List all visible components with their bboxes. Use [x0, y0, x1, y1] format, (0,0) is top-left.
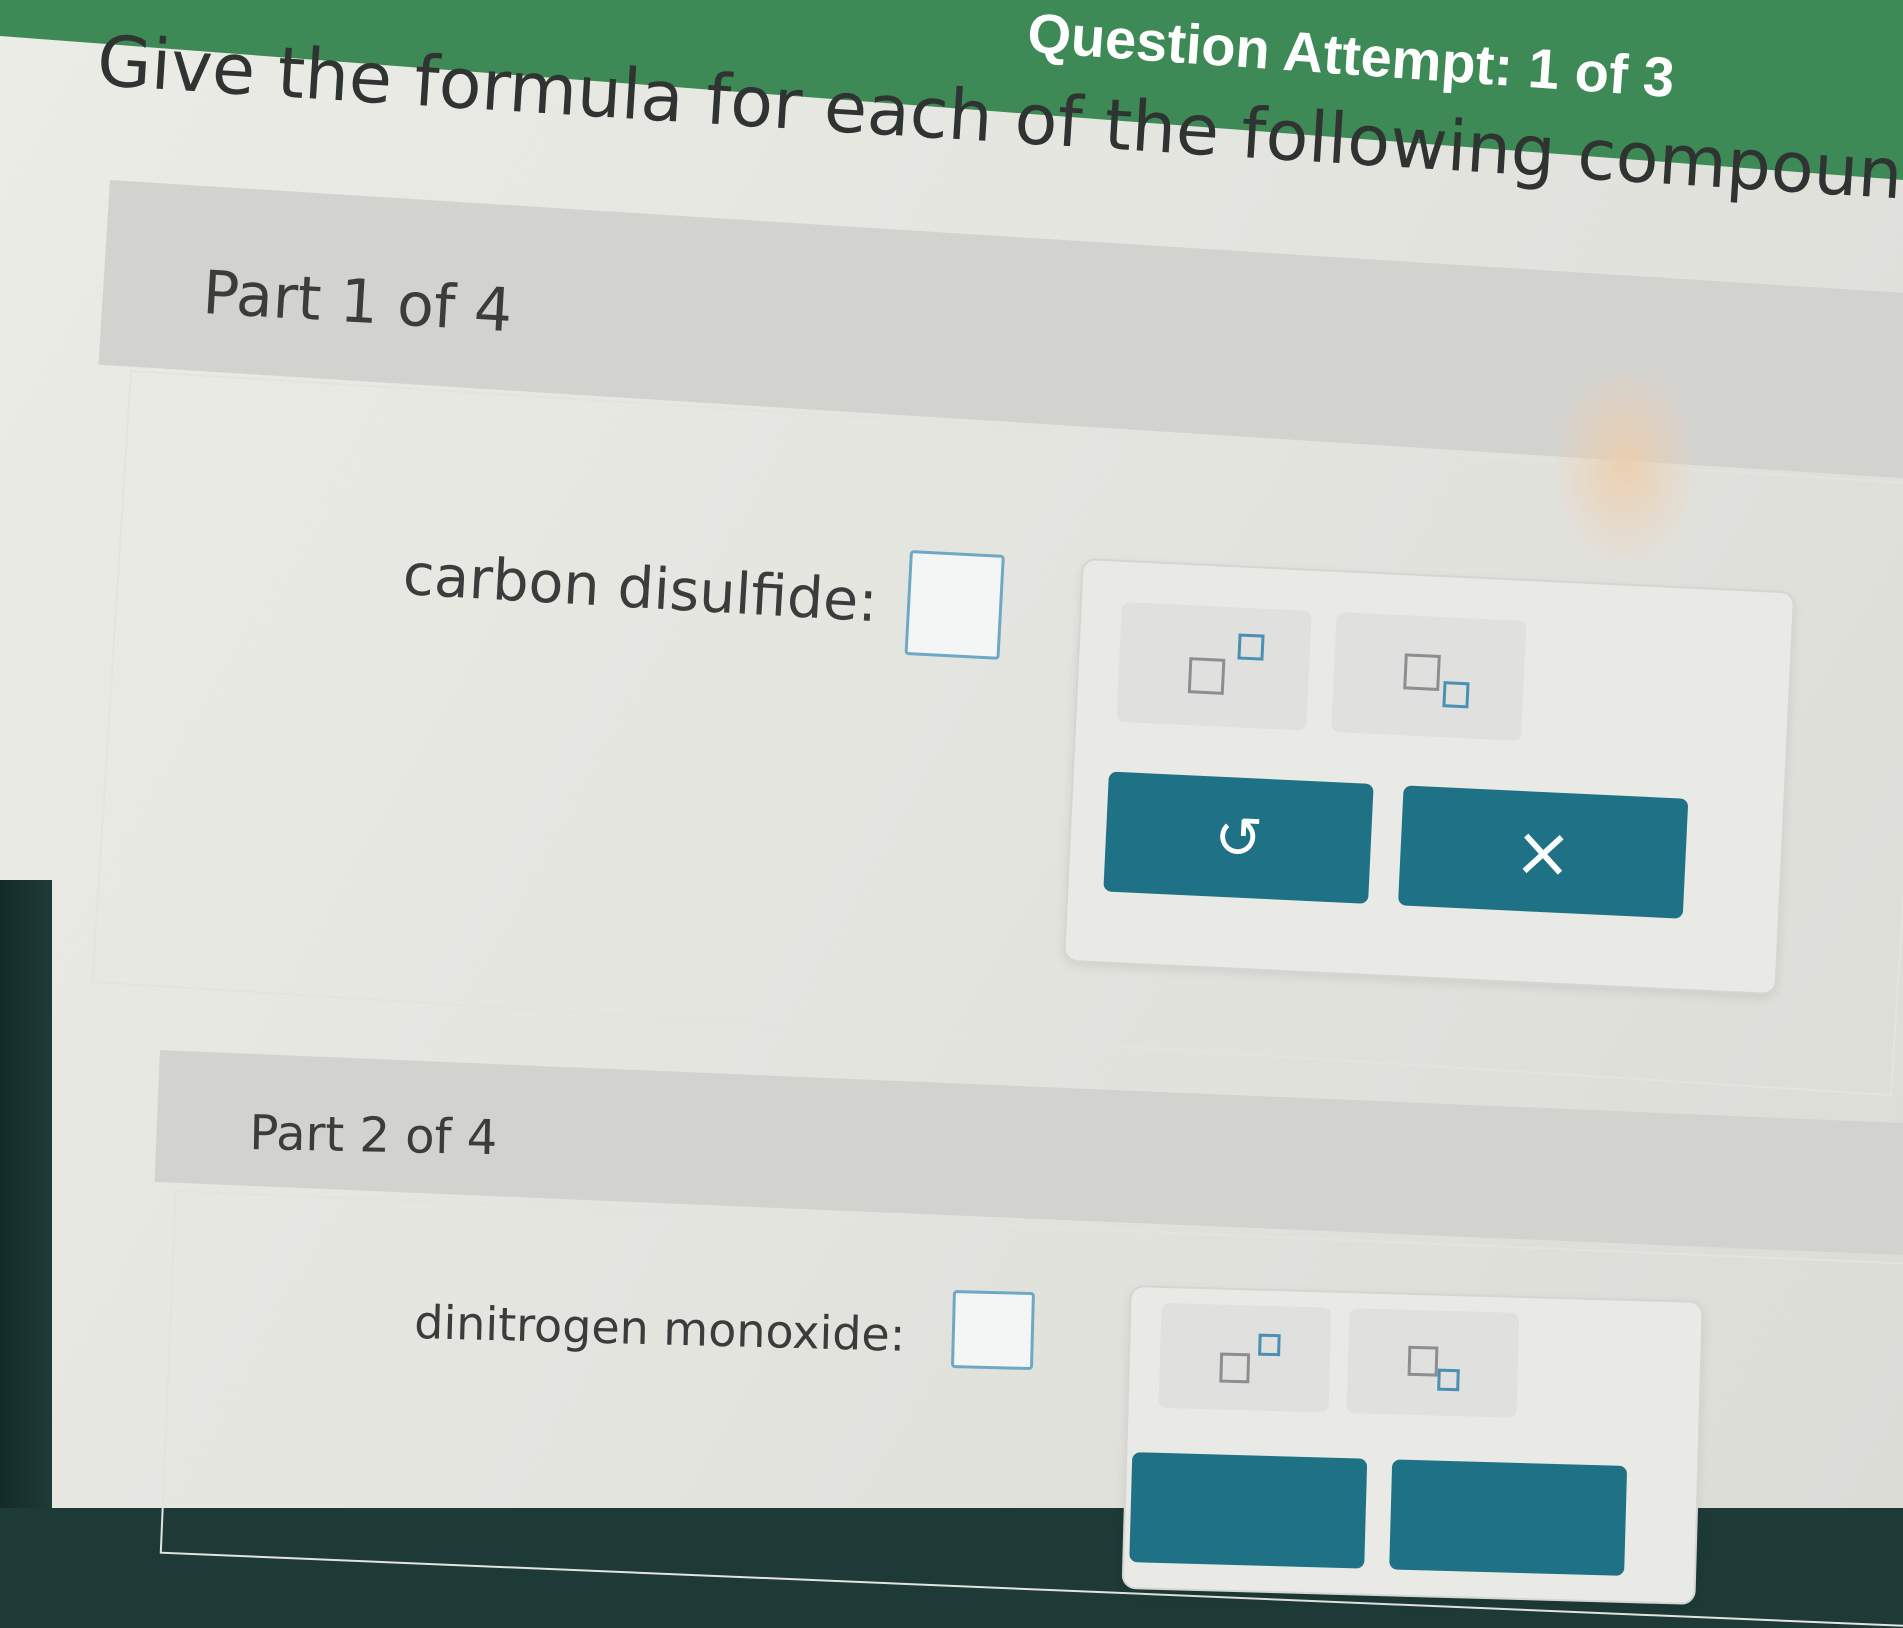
superscript-box	[1237, 633, 1265, 661]
undo-button[interactable]: ↺	[1103, 771, 1374, 904]
subscript-key[interactable]	[1331, 612, 1527, 741]
superscript-template-icon	[1219, 1352, 1251, 1384]
superscript-key-part-2[interactable]	[1158, 1302, 1332, 1413]
clear-button-part-2[interactable]	[1389, 1459, 1628, 1576]
monitor-bezel	[0, 880, 52, 1508]
superscript-key[interactable]	[1116, 601, 1312, 731]
answer-input-part-1[interactable]	[904, 550, 1005, 660]
undo-icon: ↺	[1212, 802, 1265, 873]
subscript-key-part-2[interactable]	[1346, 1308, 1520, 1418]
superscript-template-icon	[1187, 657, 1226, 695]
formula-palette-part-1: ↺ ×	[1062, 558, 1796, 996]
subscript-box	[1442, 681, 1470, 709]
subscript-template-icon	[1403, 653, 1441, 691]
part-2-title: Part 2 of 4	[248, 1105, 498, 1167]
subscript-template-icon	[1407, 1345, 1439, 1377]
undo-button-part-2[interactable]	[1129, 1452, 1368, 1569]
clear-button[interactable]: ×	[1397, 785, 1689, 919]
subscript-box	[1437, 1368, 1460, 1392]
screen-glare	[1550, 360, 1700, 570]
clear-icon: ×	[1511, 809, 1575, 895]
superscript-box	[1258, 1333, 1281, 1357]
screen: Question Attempt: 1 of 3 Give the formul…	[0, 0, 1903, 1628]
answer-input-part-2[interactable]	[950, 1290, 1035, 1371]
formula-palette-part-2	[1121, 1285, 1704, 1605]
